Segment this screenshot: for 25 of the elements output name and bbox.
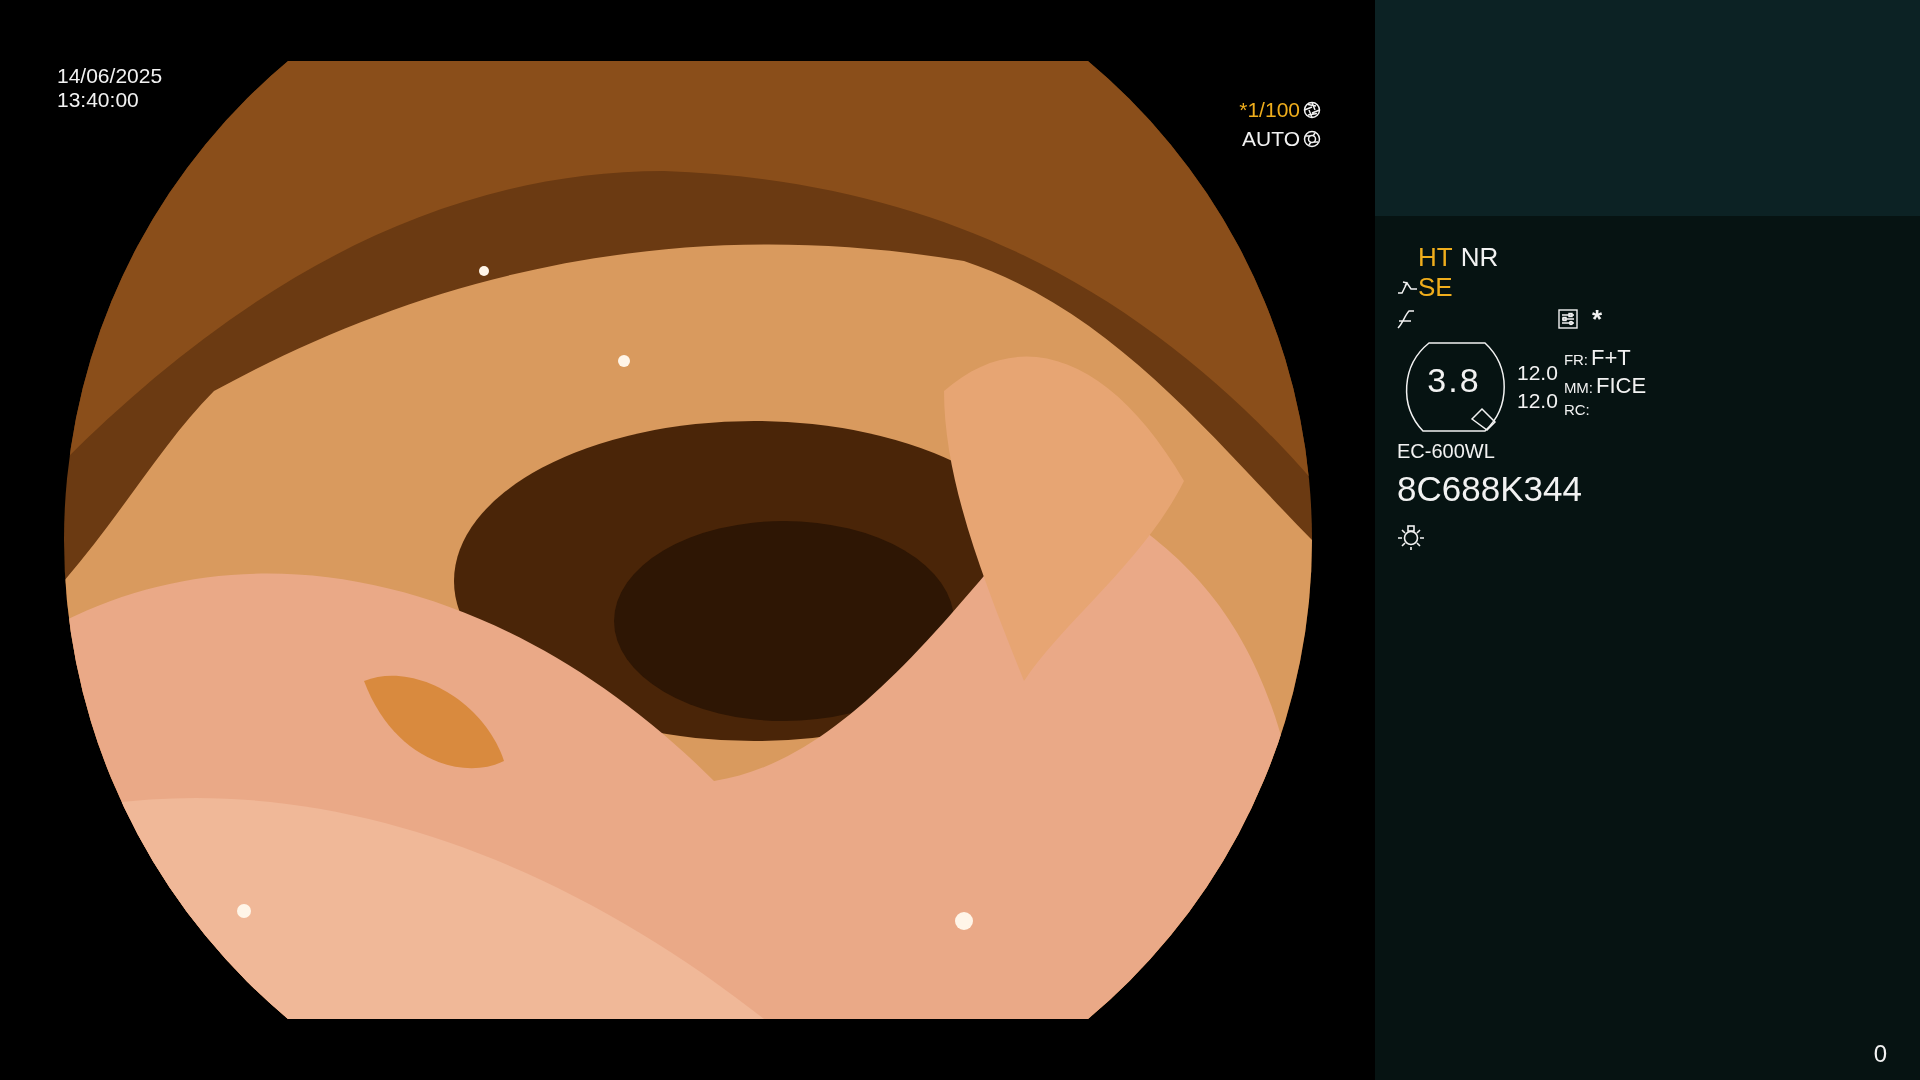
time-text: 13:40:00 [57,88,140,112]
shutter-icon [1303,101,1321,119]
scope-model: EC-600WL [1397,440,1495,463]
lens-reading: 12.0 [1517,361,1558,385]
setting-value: FICE [1596,372,1647,399]
asterisk-mark: * [1592,303,1603,335]
setting-value: F+T [1591,344,1631,371]
scope-serial: 8C688K344 [1397,469,1582,509]
setting-key: RC: [1563,400,1590,418]
counter-text: 0 [1873,1040,1887,1068]
date-text: 14/06/2025 [57,64,163,88]
setting-key: MM: [1563,378,1594,396]
shutter-speed: *1/100 [1239,98,1300,122]
mode-label: HT [1418,241,1453,273]
curve-icon [1397,309,1415,329]
lens-reading: 12.0 [1517,389,1558,413]
iris-icon [1303,130,1321,148]
settings-icon [1558,309,1578,329]
setting-key: FR: [1563,350,1589,368]
enhance-icon [1397,279,1418,295]
lens-value: 3.8 [1427,360,1481,400]
light-icon [1397,523,1425,551]
mode-label: NR [1460,241,1499,273]
iris-mode: AUTO [1242,127,1300,151]
enhance-label: SE [1418,271,1453,303]
